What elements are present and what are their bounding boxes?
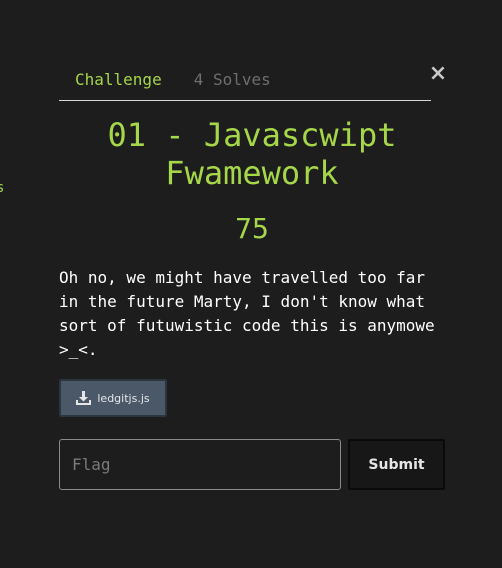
challenge-modal: Challenge 4 Solves × 01 - Javascwipt Fwa… bbox=[0, 0, 502, 568]
download-file-label: ledgitjs.js bbox=[97, 391, 150, 405]
download-icon bbox=[76, 391, 92, 405]
challenge-title: 01 - Javascwipt Fwamework bbox=[107, 116, 397, 192]
download-file-button[interactable]: ledgitjs.js bbox=[59, 379, 167, 417]
challenge-points: 75 bbox=[235, 212, 269, 245]
submit-button[interactable]: Submit bbox=[348, 439, 445, 490]
tab-solves[interactable]: 4 Solves bbox=[194, 66, 271, 94]
close-icon[interactable]: × bbox=[428, 63, 448, 85]
tab-challenge[interactable]: Challenge bbox=[75, 66, 162, 94]
challenge-tabs: Challenge 4 Solves bbox=[59, 66, 431, 101]
challenge-description: Oh no, we might have travelled too far i… bbox=[59, 268, 435, 359]
flag-input[interactable] bbox=[59, 439, 341, 490]
